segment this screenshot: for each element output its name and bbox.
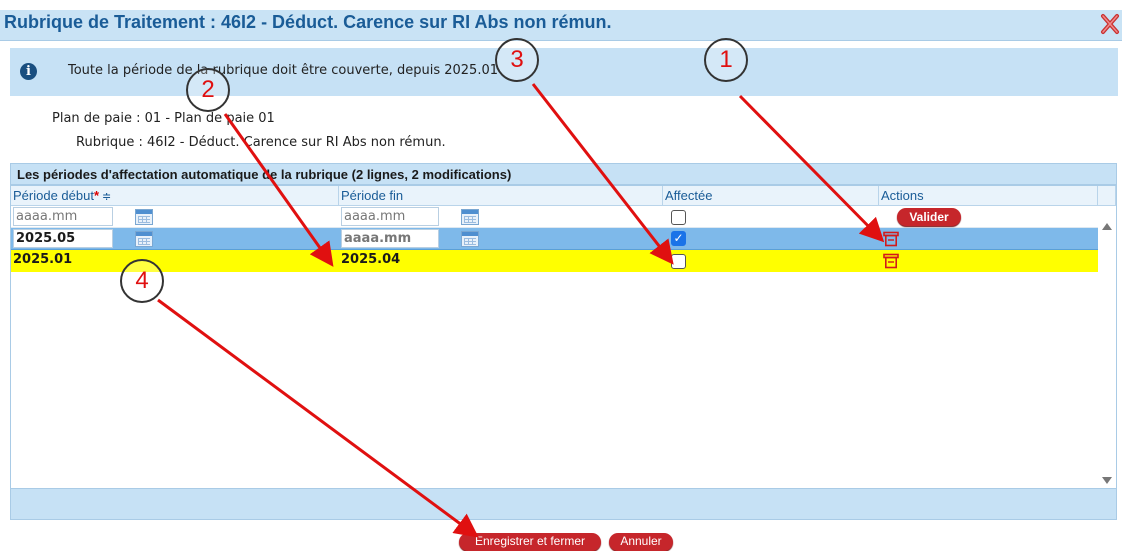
column-header-actions: Actions [879, 186, 1098, 206]
grid-footer [11, 488, 1116, 519]
section-header: Les périodes d'affectation automatique d… [10, 163, 1117, 185]
table-row[interactable]: 2025.01 2025.04 [11, 250, 1098, 272]
periode-fin-value: 2025.04 [341, 252, 401, 267]
affectee-checkbox[interactable] [671, 210, 686, 225]
affectee-checkbox[interactable]: ✓ [671, 231, 686, 246]
scroll-down-icon[interactable] [1102, 477, 1112, 484]
periode-fin-input[interactable] [341, 207, 439, 226]
periode-debut-field[interactable] [13, 229, 113, 248]
calendar-icon[interactable] [461, 231, 479, 247]
info-icon: i [20, 63, 37, 80]
vertical-scrollbar[interactable] [1098, 206, 1116, 491]
affectee-checkbox[interactable] [671, 254, 686, 269]
sort-icon[interactable]: ≑ [102, 191, 111, 203]
cancel-button[interactable]: Annuler [609, 533, 673, 551]
column-label-actions: Actions [881, 188, 924, 203]
column-header-periode-debut[interactable]: Période début* ≑ [11, 186, 339, 206]
window-titlebar: Rubrique de Traitement : 46I2 - Déduct. … [0, 10, 1122, 41]
column-label-periode-debut: Période début [13, 188, 94, 203]
periods-grid: Période début* ≑ Période fin Affectée Act… [10, 185, 1117, 520]
plan-de-paie-label: Plan de paie : 01 - Plan de paie 01 [52, 111, 275, 126]
table-row[interactable]: ✓ [11, 228, 1098, 250]
column-header-periode-fin: Période fin [339, 186, 663, 206]
annotation-marker-2: 2 [186, 68, 230, 112]
column-header-affectee: Affectée [663, 186, 879, 206]
valider-button[interactable]: Valider [897, 208, 961, 226]
calendar-icon[interactable] [135, 209, 153, 225]
periode-debut-input[interactable] [13, 207, 113, 226]
save-and-close-button[interactable]: Enregistrer et fermer [459, 533, 601, 551]
column-label-periode-fin: Période fin [341, 188, 404, 203]
info-banner: i Toute la période de la rubrique doit ê… [10, 48, 1118, 96]
annotation-marker-3: 3 [495, 38, 539, 82]
annotation-marker-1: 1 [704, 38, 748, 82]
trash-icon[interactable] [883, 253, 899, 269]
annotation-marker-4: 4 [120, 259, 164, 303]
info-message: Toute la période de la rubrique doit êtr… [68, 63, 498, 78]
column-header-spacer [1098, 186, 1116, 206]
section-title: Les périodes d'affectation automatique d… [17, 167, 512, 182]
close-icon[interactable] [1100, 12, 1120, 36]
required-star: * [93, 188, 100, 203]
calendar-icon[interactable] [135, 231, 153, 247]
rubrique-label: Rubrique : 46I2 - Déduct. Carence sur RI… [76, 135, 446, 150]
calendar-icon[interactable] [461, 209, 479, 225]
window-title: Rubrique de Traitement : 46I2 - Déduct. … [4, 12, 612, 32]
column-label-affectee: Affectée [665, 188, 713, 203]
trash-icon[interactable] [883, 231, 899, 247]
scroll-up-icon[interactable] [1102, 223, 1112, 230]
periode-debut-value: 2025.01 [13, 252, 73, 267]
periode-fin-field[interactable] [341, 229, 439, 248]
